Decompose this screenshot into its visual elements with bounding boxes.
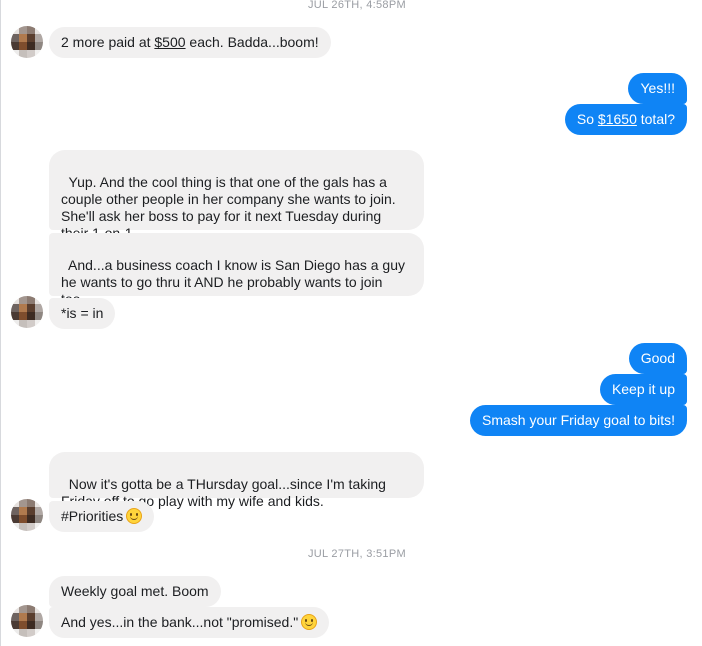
message-bubble-incoming[interactable]: *is = in	[49, 298, 116, 329]
message-text: Yup. And the cool thing is that one of t…	[61, 174, 396, 241]
message-text: Smash your Friday goal to bits!	[482, 412, 675, 428]
contact-avatar[interactable]	[11, 26, 43, 58]
message-bubble-outgoing[interactable]: Yes!!!	[628, 73, 687, 104]
message-bubble-incoming[interactable]: Weekly goal met. Boom	[49, 576, 221, 607]
message-text: *is = in	[61, 305, 104, 321]
message-text: #Priorities	[61, 508, 124, 524]
timestamp: JUL 26TH, 4:58PM	[308, 0, 406, 11]
contact-avatar[interactable]	[11, 499, 43, 531]
message-bubble-incoming[interactable]: And yes...in the bank...not "promised."	[49, 607, 330, 638]
message-text: And...a business coach I know is San Die…	[61, 257, 405, 307]
message-text: Weekly goal met. Boom	[61, 583, 209, 599]
message-link[interactable]: $500	[154, 34, 185, 50]
slightly-smiling-face-icon	[301, 614, 318, 630]
message-text: total?	[636, 111, 675, 127]
contact-avatar[interactable]	[11, 605, 43, 637]
timestamp: JUL 27TH, 3:51PM	[308, 548, 406, 560]
message-text: 2 more paid at	[61, 34, 155, 50]
message-link[interactable]: $1650	[598, 111, 637, 127]
slightly-smiling-face-icon	[126, 508, 143, 524]
message-text: Yes!!!	[640, 80, 675, 96]
message-bubble-outgoing[interactable]: So $1650 total?	[564, 104, 687, 135]
message-bubble-incoming[interactable]: #Priorities	[49, 501, 155, 532]
message-text: Good	[640, 350, 675, 366]
divider	[0, 0, 1, 646]
message-text: Keep it up	[611, 381, 675, 397]
message-bubble-incoming[interactable]: And...a business coach I know is San Die…	[49, 233, 424, 307]
message-text: So	[576, 111, 598, 127]
message-bubble-incoming[interactable]: 2 more paid at $500 each. Badda...boom!	[49, 27, 331, 58]
message-bubble-outgoing[interactable]: Keep it up	[599, 374, 687, 405]
message-text: each. Badda...boom!	[185, 34, 319, 50]
contact-avatar[interactable]	[11, 296, 43, 328]
message-text: And yes...in the bank...not "promised."	[61, 614, 299, 630]
message-bubble-outgoing[interactable]: Smash your Friday goal to bits!	[470, 405, 687, 436]
message-bubble-outgoing[interactable]: Good	[628, 343, 687, 374]
message-bubble-incoming[interactable]: Yup. And the cool thing is that one of t…	[49, 150, 424, 241]
message-bubble-incoming[interactable]: Now it's gotta be a THursday goal...sinc…	[49, 452, 424, 509]
